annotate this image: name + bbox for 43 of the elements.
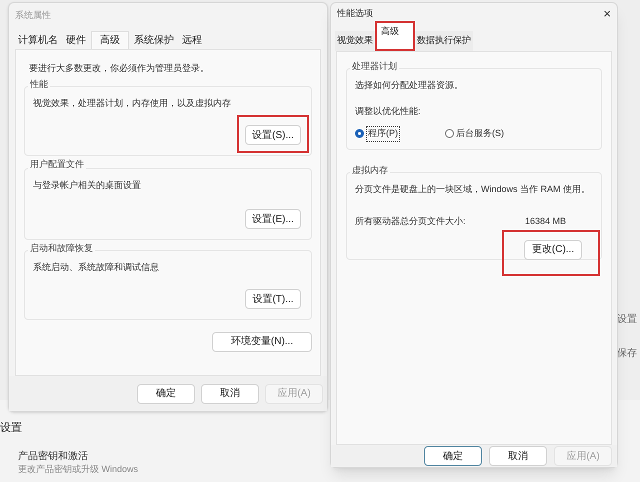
window-title: 性能选项 <box>337 7 373 20</box>
field-value: 16384 MB <box>525 214 566 228</box>
tab[interactable]: 计算机名 <box>15 31 61 49</box>
notice-text: 要进行大多数更改，你必须作为管理员登录。 <box>28 62 210 75</box>
group-title: 启动和故障恢复 <box>28 242 95 254</box>
tab[interactable]: 系统保护 <box>131 31 177 49</box>
tab[interactable]: 数据执行保护 <box>415 31 473 51</box>
radio-button[interactable] <box>355 129 364 138</box>
dialog-button[interactable]: 取消 <box>489 446 547 466</box>
window-title: 系统属性 <box>15 9 51 22</box>
tab[interactable]: 高级 <box>91 31 129 49</box>
dialog-button[interactable]: 取消 <box>201 384 259 404</box>
field-label: 所有驱动器总分页文件大小: <box>355 214 467 228</box>
group-description: 分页文件是硬盘上的一块区域，Windows 当作 RAM 使用。 <box>355 183 592 196</box>
tab[interactable]: 高级 <box>375 21 415 51</box>
close-button[interactable]: × <box>603 4 611 24</box>
group-title: 用户配置文件 <box>28 158 86 170</box>
group-description: 系统启动、系统故障和调试信息 <box>33 260 160 274</box>
group-description: 与登录帐户相关的桌面设置 <box>33 178 142 192</box>
dialog-button[interactable]: 设置(T)... <box>245 289 301 309</box>
tab[interactable]: 硬件 <box>63 31 89 49</box>
settings-item-subtitle: 更改产品密钥或升级 Windows <box>18 463 138 476</box>
group-title: 性能 <box>28 78 50 90</box>
section-heading: 设置 <box>0 421 22 436</box>
tab[interactable]: 视觉效果 <box>335 31 375 51</box>
settings-item-title: 设置 <box>617 312 637 327</box>
settings-item-title: 产品密钥和激活 <box>18 450 88 464</box>
group-description: 选择如何分配处理器资源。 <box>355 79 464 92</box>
dialog-button[interactable]: 确定 <box>137 384 195 404</box>
radio-button[interactable] <box>445 129 454 138</box>
dialog-button[interactable]: 更改(C)... <box>524 240 582 260</box>
group-description: 视觉效果，处理器计划，内存使用，以及虚拟内存 <box>33 96 232 110</box>
settings-item-title: 保存 <box>617 347 637 361</box>
tab[interactable]: 远程 <box>179 31 205 49</box>
dialog-button[interactable]: 设置(E)... <box>245 209 301 229</box>
group-label: 调整以优化性能: <box>355 104 422 118</box>
dialog-button[interactable]: 确定 <box>424 446 482 466</box>
group-title: 处理器计划 <box>350 60 399 72</box>
dialog-button[interactable]: 设置(S)... <box>245 125 301 145</box>
radio-option[interactable]: 程序(P) <box>355 126 445 142</box>
radio-option[interactable]: 后台服务(S) <box>445 126 504 142</box>
group-title: 虚拟内存 <box>350 164 390 176</box>
dialog-button[interactable]: 环境变量(N)... <box>212 332 312 352</box>
